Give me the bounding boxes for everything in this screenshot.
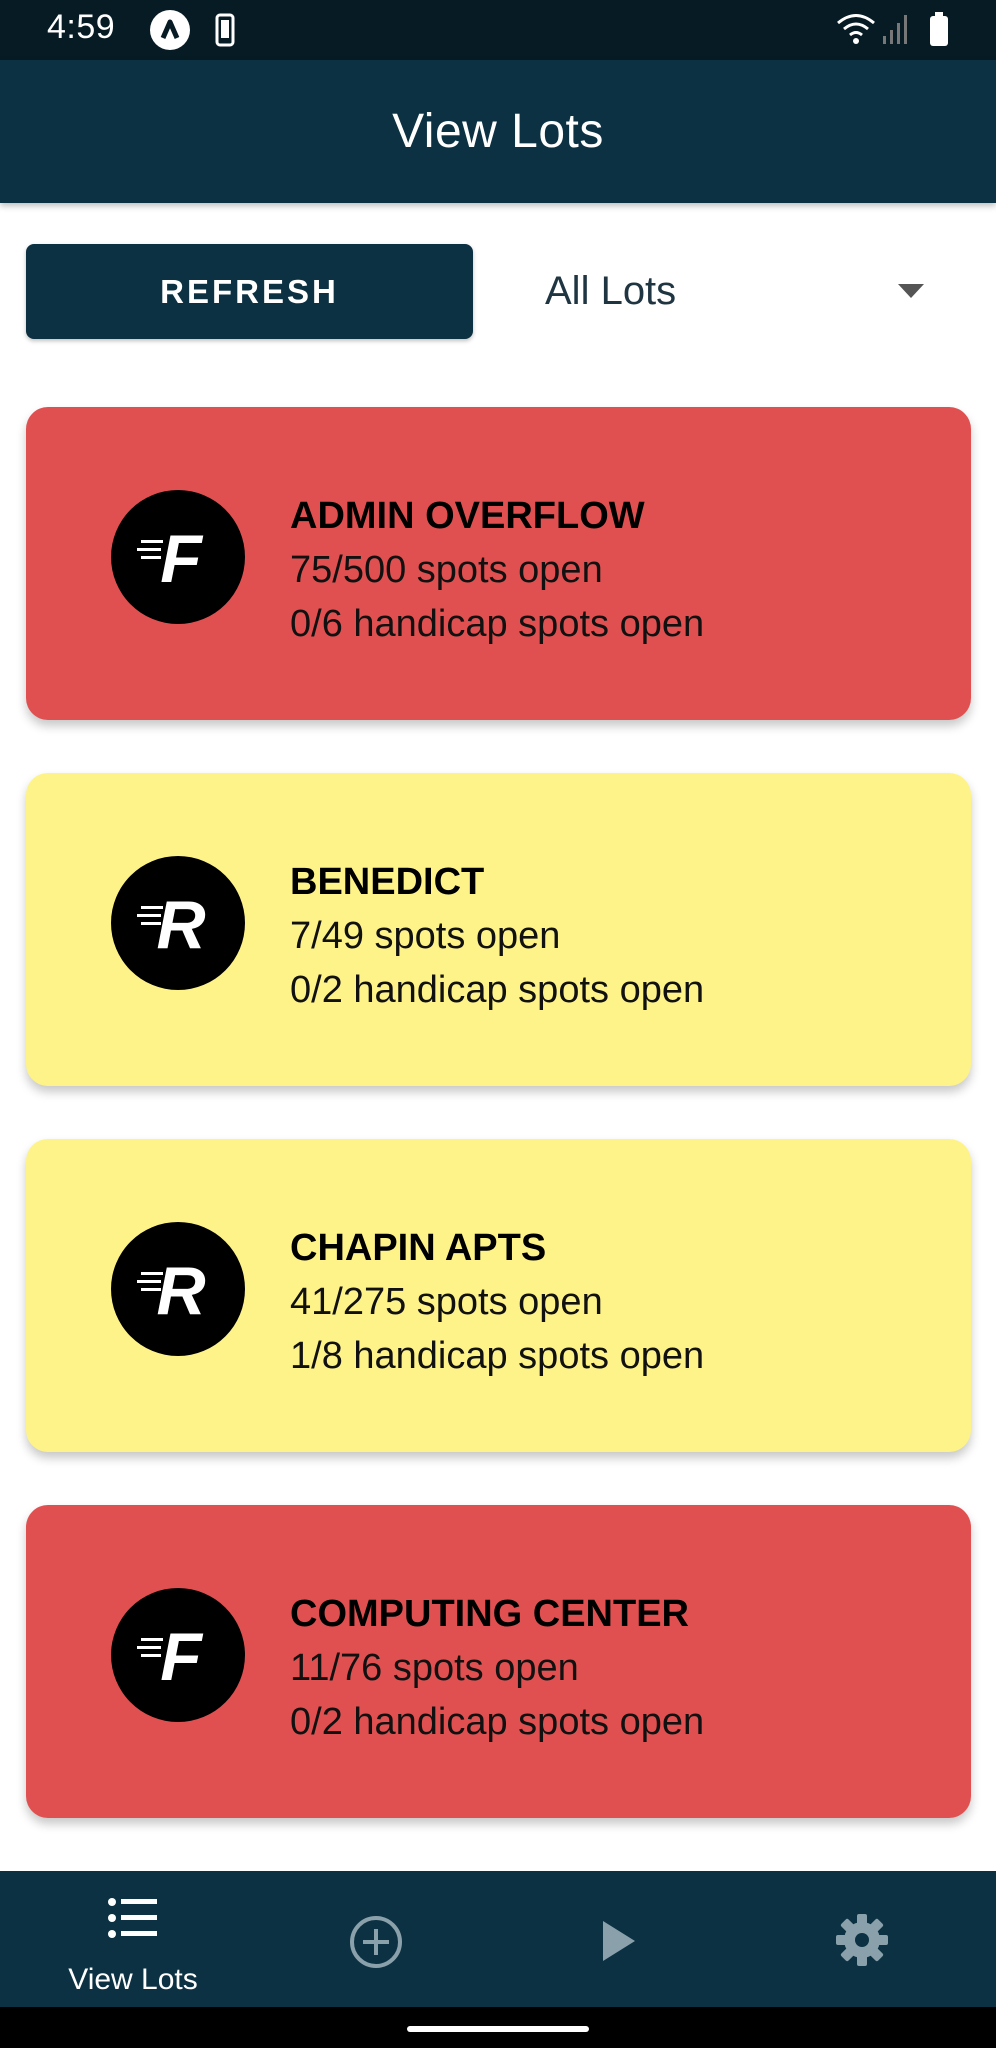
gear-icon [836,1914,888,1966]
lot-type-badge-icon: F [111,1588,245,1722]
lot-card[interactable]: F ADMIN OVERFLOW 75/500 spots open 0/6 h… [26,407,971,720]
speed-line [141,556,161,559]
a-icon [150,10,190,50]
signal-icon [880,12,912,46]
list-icon [108,1898,157,1938]
speed-line [137,1646,161,1649]
lot-spots-open: 75/500 spots open [290,549,603,591]
bottom-nav: View Lots [0,1871,996,2007]
lot-card[interactable]: R BENEDICT 7/49 spots open 0/2 handicap … [26,773,971,1086]
lot-list: F ADMIN OVERFLOW 75/500 spots open 0/6 h… [26,407,972,1871]
home-gesture-handle[interactable] [407,2026,589,2032]
page-title: View Lots [392,105,604,158]
caret-down-icon [896,282,926,300]
lot-info: CHAPIN APTS 41/275 spots open 1/8 handic… [290,1221,704,1383]
lot-handicap-open: 1/8 handicap spots open [290,1335,705,1377]
lot-info: ADMIN OVERFLOW 75/500 spots open 0/6 han… [290,489,704,651]
speed-line [141,1654,161,1657]
nav-play[interactable] [529,1871,709,2007]
lot-info: COMPUTING CENTER 11/76 spots open 0/2 ha… [290,1587,704,1749]
lot-type-letter: R [156,1253,205,1329]
add-circle-icon [350,1916,402,1968]
lot-card[interactable]: F COMPUTING CENTER 11/76 spots open 0/2 … [26,1505,971,1818]
lot-filter-value: All Lots [545,269,677,313]
lot-filter-dropdown[interactable]: All Lots [520,244,940,339]
status-bar: 4:59 [0,0,996,60]
lot-type-badge-icon: F [111,490,245,624]
status-time: 4:59 [47,8,116,46]
lot-name: CHAPIN APTS [290,1227,547,1269]
lot-spots-open: 41/275 spots open [290,1281,603,1323]
play-icon [603,1921,635,1961]
lot-type-letter: F [160,521,203,597]
lot-type-badge-icon: R [111,856,245,990]
refresh-button[interactable]: REFRESH [26,244,473,339]
nav-view-lots[interactable]: View Lots [43,1871,223,2007]
nav-settings[interactable] [772,1871,952,2007]
phone-icon [215,13,235,47]
nav-label: View Lots [68,1963,198,1996]
lot-handicap-open: 0/2 handicap spots open [290,969,705,1011]
speed-line [137,548,161,551]
nav-add[interactable] [286,1871,466,2007]
lot-handicap-open: 0/2 handicap spots open [290,1701,705,1743]
lot-type-letter: F [160,1619,203,1695]
lot-name: ADMIN OVERFLOW [290,495,645,537]
gesture-bar [0,2007,996,2048]
lot-name: COMPUTING CENTER [290,1593,689,1635]
lot-info: BENEDICT 7/49 spots open 0/2 handicap sp… [290,855,704,1017]
app-bar: View Lots [0,60,996,203]
lot-spots-open: 7/49 spots open [290,915,561,957]
lot-name: BENEDICT [290,861,485,903]
lot-card[interactable]: R CHAPIN APTS 41/275 spots open 1/8 hand… [26,1139,971,1452]
wifi-icon [836,12,876,46]
lot-type-badge-icon: R [111,1222,245,1356]
lot-handicap-open: 0/6 handicap spots open [290,603,705,645]
lot-type-letter: R [156,887,205,963]
battery-icon [928,12,950,48]
lot-spots-open: 11/76 spots open [290,1647,579,1689]
